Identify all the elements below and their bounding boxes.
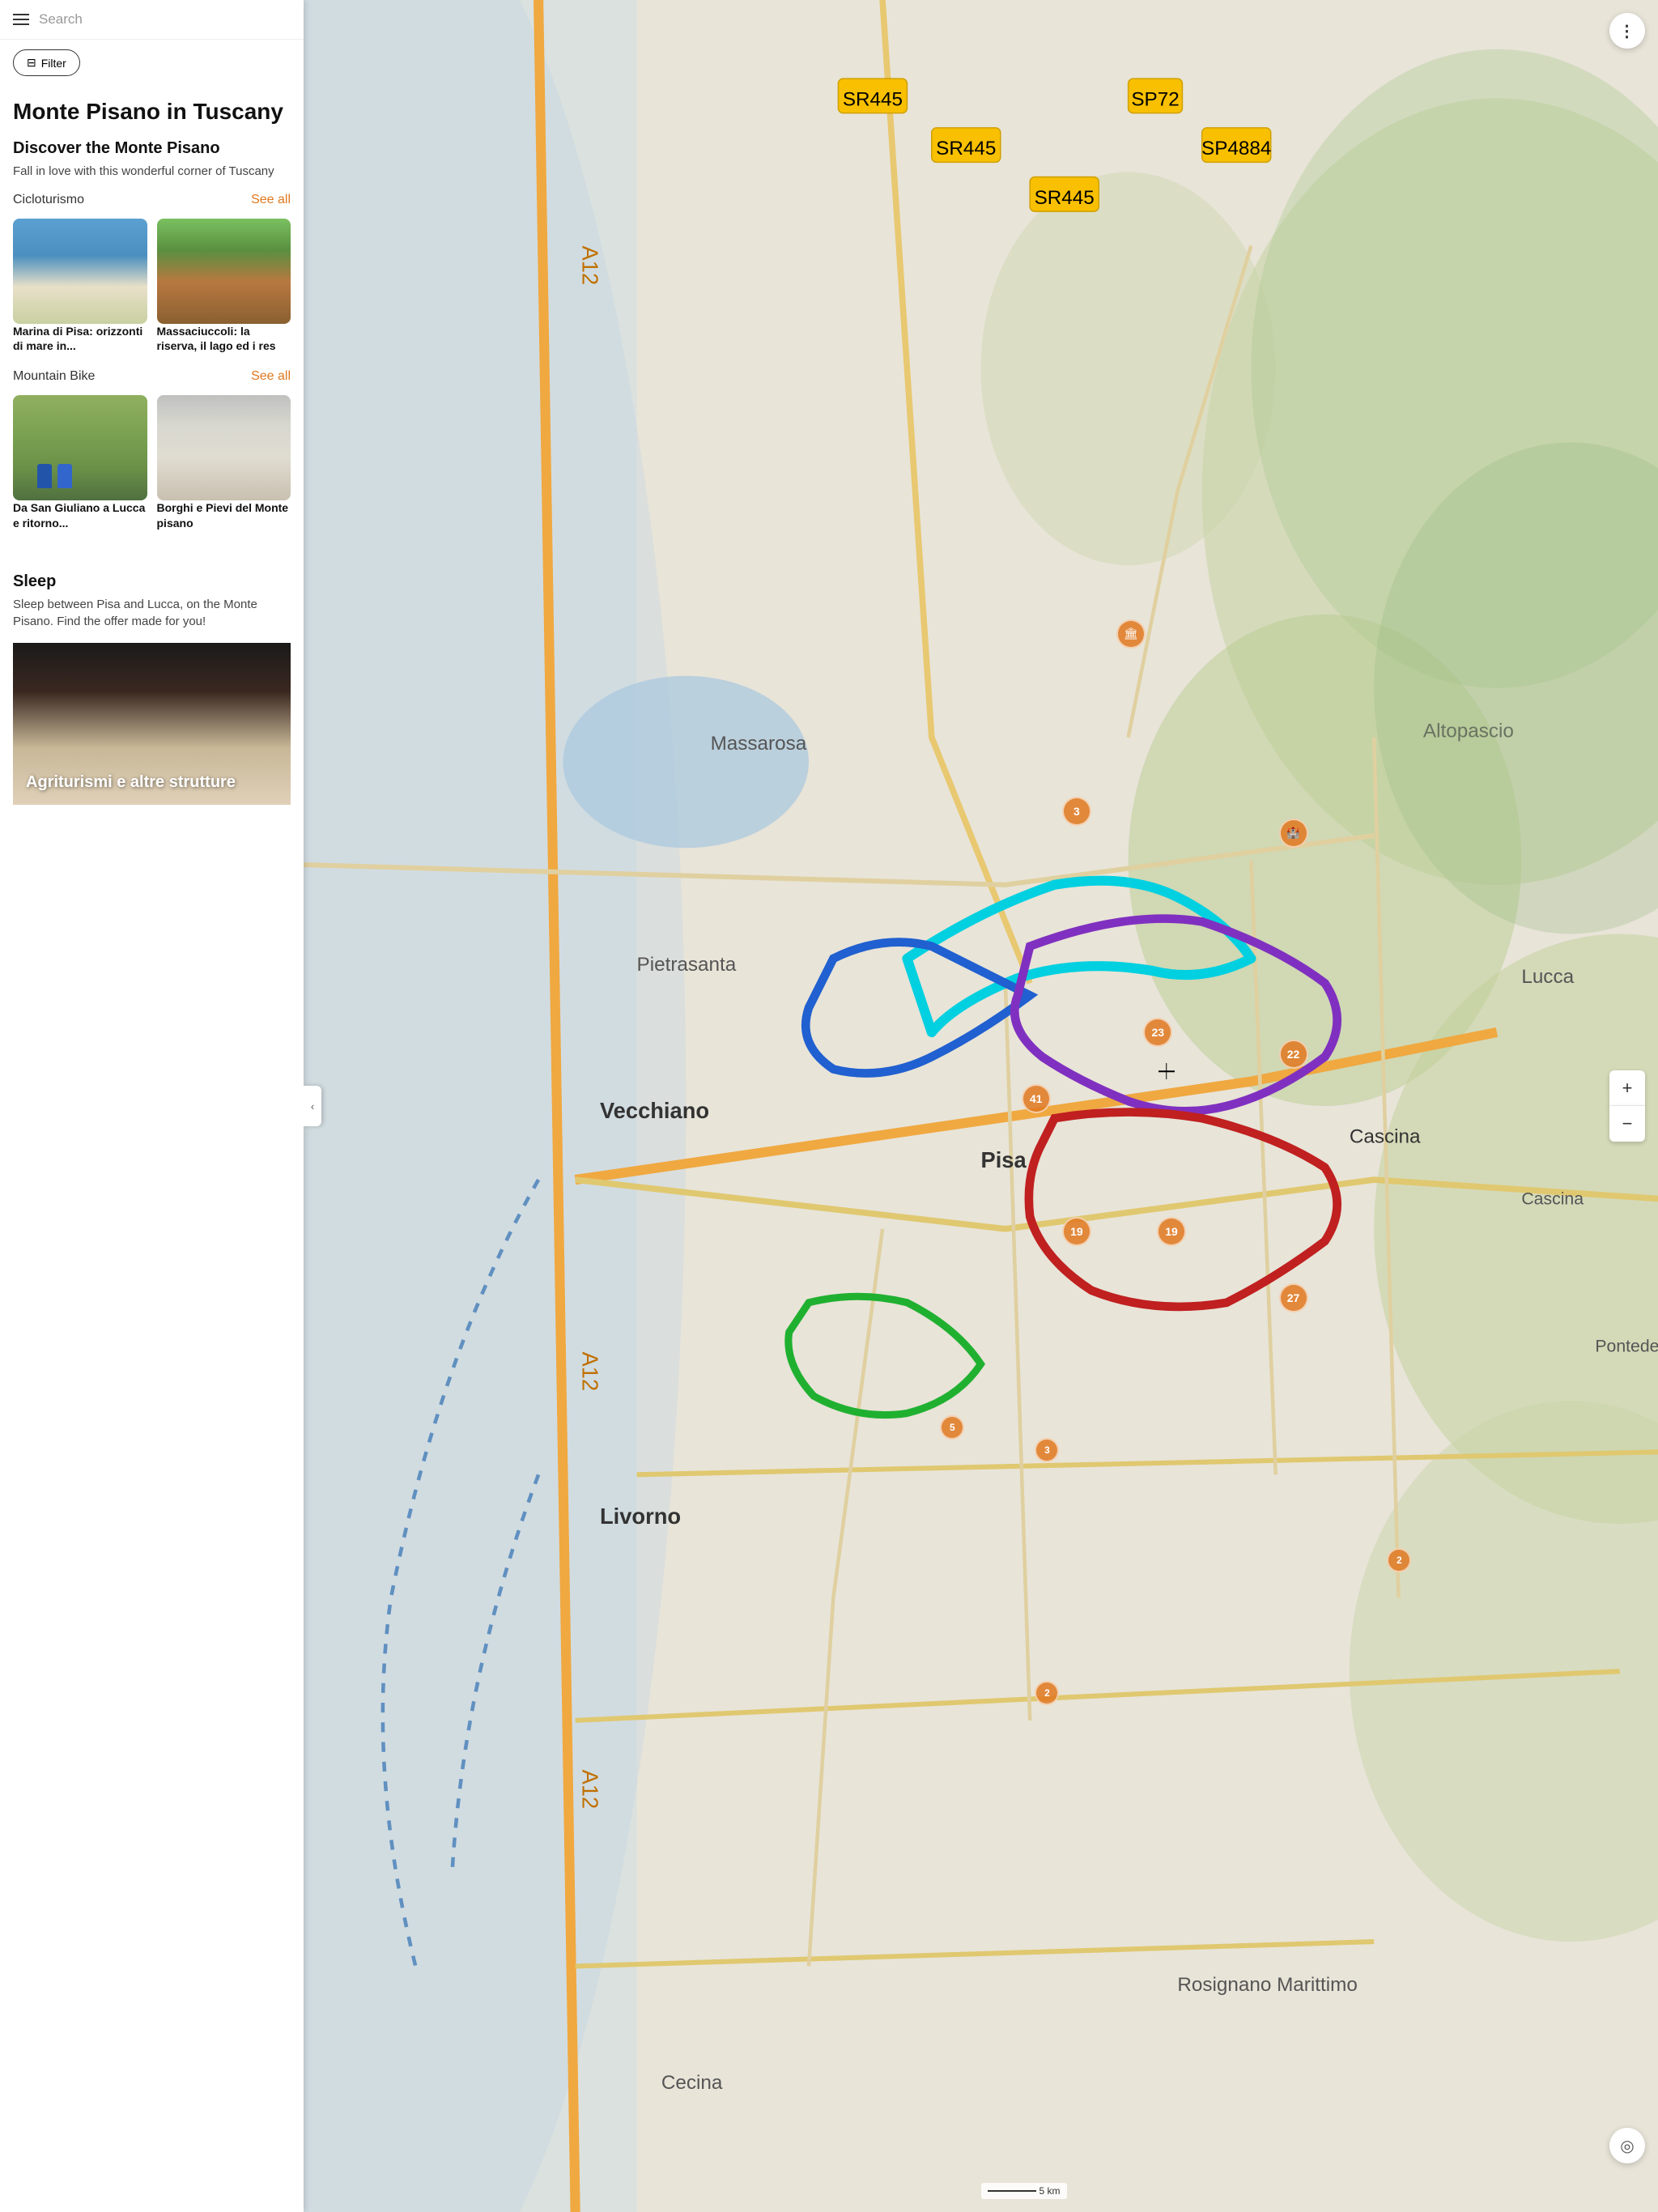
svg-text:Cascina: Cascina: [1521, 1189, 1584, 1208]
zoom-controls: + −: [1609, 1070, 1645, 1142]
mtb-header: Mountain Bike See all: [13, 369, 291, 384]
cluster-badge-c2[interactable]: 23: [1143, 1018, 1172, 1047]
cicloturismo-label: Cicloturismo: [13, 193, 84, 207]
card-marina-title: Marina di Pisa: orizzonti di mare in...: [13, 324, 147, 353]
svg-text:A12: A12: [578, 1352, 603, 1392]
castle-icon: 🏰: [1286, 826, 1300, 840]
museum-icon: 🏛: [1124, 627, 1138, 640]
svg-text:Cascina: Cascina: [1350, 1126, 1421, 1148]
map-area: A12 A12 A12 Massarosa Vecchiano Pisa Cas…: [304, 0, 1658, 2212]
discover-title: Discover the Monte Pisano: [13, 139, 291, 158]
agriturismo-image: Agriturismi e altre strutture: [13, 643, 291, 805]
map-svg: A12 A12 A12 Massarosa Vecchiano Pisa Cas…: [304, 0, 1658, 2212]
more-options-button[interactable]: ⋮: [1609, 13, 1645, 49]
card-massaciuccoli-title: Massaciuccoli: la riserva, il lago ed i …: [157, 324, 291, 353]
sleep-description: Sleep between Pisa and Lucca, on the Mon…: [13, 596, 291, 630]
hamburger-menu-button[interactable]: [13, 14, 29, 25]
biker-figure-1: [37, 464, 52, 488]
biker-figure-2: [57, 464, 72, 488]
search-bar: Search: [0, 0, 304, 40]
left-panel: Search ⊟ Filter Monte Pisano in Tuscany …: [0, 0, 304, 2212]
cluster-badge-c3[interactable]: 22: [1279, 1040, 1308, 1069]
castle-badge[interactable]: 🏰: [1279, 819, 1308, 848]
cluster-badge-c6[interactable]: 19: [1157, 1217, 1186, 1246]
svg-text:Pietrasanta: Pietrasanta: [637, 954, 737, 976]
svg-text:Vecchiano: Vecchiano: [600, 1098, 709, 1123]
page-title: Monte Pisano in Tuscany: [13, 99, 291, 125]
card-massaciuccoli-image: [157, 219, 291, 324]
card-borghi[interactable]: Borghi e Pievi del Monte pisano: [157, 395, 291, 530]
filter-row: ⊟ Filter: [0, 40, 304, 86]
location-icon: ◎: [1620, 2136, 1634, 2156]
mtb-label: Mountain Bike: [13, 369, 95, 384]
svg-text:A12: A12: [578, 1770, 603, 1810]
filter-button[interactable]: ⊟ Filter: [13, 49, 80, 76]
mtb-see-all[interactable]: See all: [251, 369, 291, 384]
cluster-badge-c5[interactable]: 19: [1062, 1217, 1091, 1246]
svg-text:SP4884: SP4884: [1201, 138, 1271, 160]
mtb-cards: Da San Giuliano a Lucca e ritorno... Bor…: [13, 395, 291, 530]
search-input[interactable]: Search: [39, 11, 291, 28]
svg-text:Livorno: Livorno: [600, 1504, 681, 1529]
zoom-in-button[interactable]: +: [1609, 1070, 1645, 1106]
cicloturismo-see-all[interactable]: See all: [251, 193, 291, 207]
cluster-badge-c9[interactable]: 3: [1035, 1438, 1059, 1462]
discover-description: Fall in love with this wonderful corner …: [13, 163, 291, 180]
svg-text:Lucca: Lucca: [1521, 966, 1574, 988]
collapse-panel-button[interactable]: ‹: [304, 1086, 321, 1126]
filter-label: Filter: [41, 57, 66, 70]
museum-badge[interactable]: 🏛: [1116, 619, 1146, 649]
main-content: Monte Pisano in Tuscany Discover the Mon…: [0, 86, 304, 559]
more-options-icon: ⋮: [1619, 21, 1636, 41]
svg-text:Cecina: Cecina: [661, 2072, 723, 2094]
card-sangiul-image: [13, 395, 147, 500]
svg-text:SR445: SR445: [1035, 187, 1095, 209]
sleep-section: Sleep Sleep between Pisa and Lucca, on t…: [0, 559, 304, 818]
cluster-badge-c4[interactable]: 41: [1022, 1084, 1051, 1113]
card-borghi-image: [157, 395, 291, 500]
svg-text:SR445: SR445: [843, 89, 903, 111]
card-sangiul-title: Da San Giuliano a Lucca e ritorno...: [13, 500, 147, 530]
svg-text:Massarosa: Massarosa: [711, 733, 807, 755]
card-borghi-title: Borghi e Pievi del Monte pisano: [157, 500, 291, 530]
sleep-title: Sleep: [13, 572, 291, 591]
cicloturismo-header: Cicloturismo See all: [13, 193, 291, 207]
svg-text:SR445: SR445: [936, 138, 996, 160]
svg-text:Pontedera: Pontedera: [1595, 1337, 1658, 1356]
cluster-badge-c7[interactable]: 27: [1279, 1283, 1308, 1312]
cluster-badge-c1[interactable]: 3: [1062, 797, 1091, 826]
svg-text:SP72: SP72: [1131, 89, 1179, 111]
agriturismo-image-container[interactable]: Agriturismi e altre strutture: [13, 643, 291, 805]
scale-bar: 5 km: [981, 2183, 1067, 2199]
svg-text:Rosignano Marittimo: Rosignano Marittimo: [1177, 1974, 1358, 1996]
location-button[interactable]: ◎: [1609, 2128, 1645, 2163]
cicloturismo-cards: Marina di Pisa: orizzonti di mare in... …: [13, 219, 291, 353]
card-marina[interactable]: Marina di Pisa: orizzonti di mare in...: [13, 219, 147, 353]
card-sangiul[interactable]: Da San Giuliano a Lucca e ritorno...: [13, 395, 147, 530]
scale-label: 5 km: [1039, 2185, 1061, 2197]
svg-text:A12: A12: [578, 246, 603, 286]
card-massaciuccoli[interactable]: Massaciuccoli: la riserva, il lago ed i …: [157, 219, 291, 353]
card-marina-image: [13, 219, 147, 324]
zoom-out-button[interactable]: −: [1609, 1106, 1645, 1142]
scale-line: [988, 2190, 1036, 2192]
svg-text:Pisa: Pisa: [980, 1147, 1027, 1172]
filter-icon: ⊟: [27, 56, 36, 70]
chevron-left-icon: ‹: [311, 1100, 314, 1112]
agriturismo-label: Agriturismi e altre strutture: [26, 773, 236, 792]
